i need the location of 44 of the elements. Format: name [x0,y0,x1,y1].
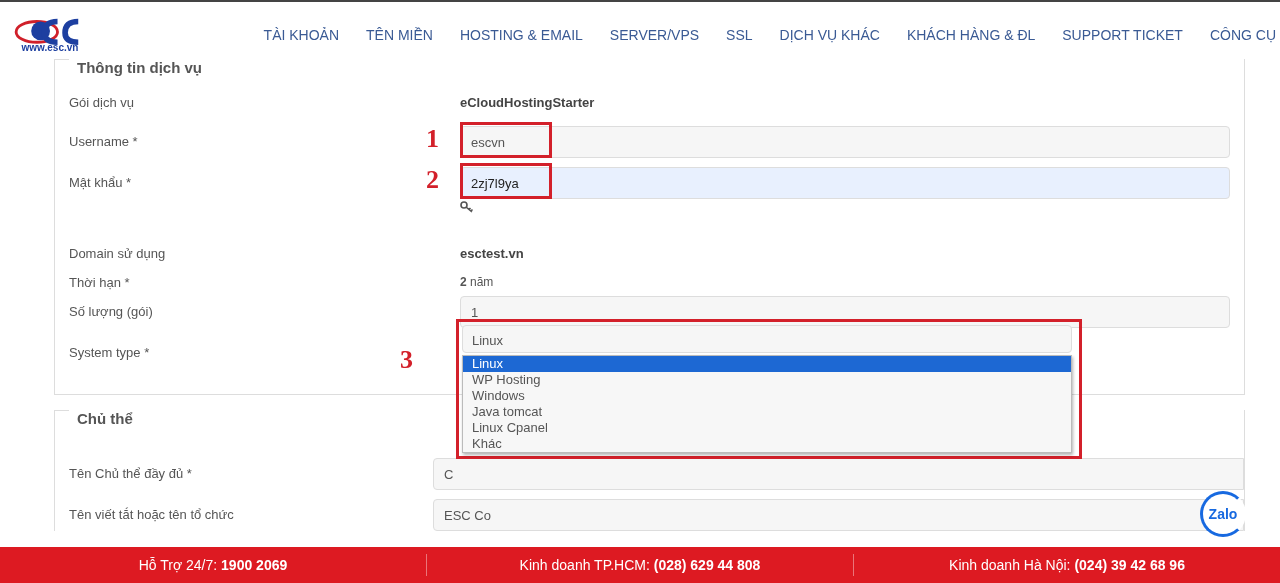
nav-link[interactable]: CÔNG CỤ [1209,27,1276,43]
nav-link[interactable]: SUPPORT TICKET [1062,27,1183,43]
dropdown-option[interactable]: Java tomcat [463,404,1071,420]
field-value: eCloudHostingStarter [460,94,596,110]
callout-number: 3 [400,345,413,375]
nav-link[interactable]: SSL [726,27,753,43]
field-label: System type * [69,345,150,360]
nav-link[interactable]: DỊCH VỤ KHÁC [779,27,880,43]
section-title: Chủ thể [77,410,133,428]
nav-link[interactable]: KHÁCH HÀNG & ĐL [906,27,1036,43]
nav-link[interactable]: TÀI KHOẢN [263,27,340,43]
section-title: Thông tin dịch vụ [77,59,202,77]
field-label: Domain sử dụng [69,246,166,261]
field-label: Mật khẩu * [69,175,132,190]
esc-logo[interactable]: www.esc.vn [10,13,90,53]
nav-link[interactable]: TÊN MIỀN [366,27,433,43]
key-icon[interactable] [460,201,474,213]
callout-number: 1 [426,124,439,154]
dropdown-option[interactable]: Linux [463,356,1071,372]
select-field[interactable]: Linux [462,325,1072,353]
dropdown-option[interactable]: WP Hosting [463,372,1071,388]
contact-text: Kinh doanh TP.HCM: (028) 629 44 808 [518,557,762,573]
contact-text: Hỗ Trợ 24/7: 1900 2069 [137,557,289,573]
field-label: Số lượng (gói) [69,304,153,319]
field-label: Tên Chủ thể đầy đủ * [69,466,192,481]
field-value: 2 năm [460,274,495,289]
field-label: Thời hạn * [69,275,130,290]
field-label: Tên viết tắt hoặc tên tổ chức [69,507,234,522]
dropdown-option[interactable]: Linux Cpanel [463,420,1071,436]
nav-link[interactable]: HOSTING & EMAIL [459,27,583,43]
nav-link[interactable]: SERVER/VPS [609,27,700,43]
field-label: Gói dịch vụ [69,95,135,110]
dropdown-option[interactable]: Windows [463,388,1071,404]
callout-number: 2 [426,165,439,195]
logo-text: www.esc.vn [21,41,79,53]
text-field[interactable]: 1 [460,296,1230,328]
chat-badge[interactable]: Zalo [1200,491,1246,537]
text-field[interactable]: 2zj7l9ya [460,167,1230,199]
text-field[interactable]: C [433,458,1244,490]
field-label: Username * [69,134,138,149]
text-field[interactable]: escvn [460,126,1230,158]
contact-text: Kinh doanh Hà Nội: (024) 39 42 68 96 [948,557,1186,573]
field-value: esctest.vn [460,245,525,261]
dropdown-option[interactable]: Khác [463,436,1071,452]
